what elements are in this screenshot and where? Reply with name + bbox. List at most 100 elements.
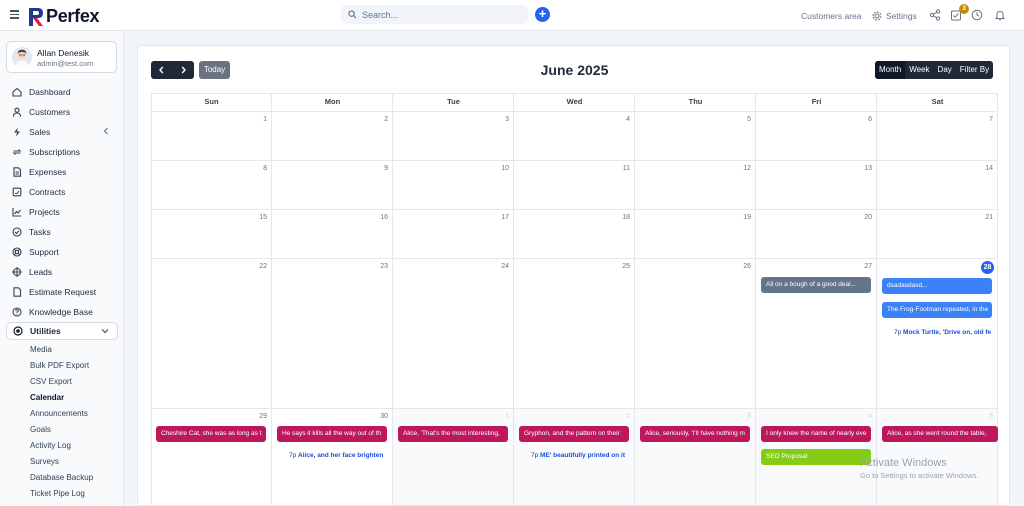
day-cell[interactable]: 20 xyxy=(756,210,877,259)
calendar-event-timed[interactable]: 7p ME' beautifully printed on it xyxy=(531,452,629,459)
day-cell[interactable]: 4 xyxy=(514,112,635,161)
sidebar-item-customers[interactable]: Customers xyxy=(6,103,118,121)
calendar-event[interactable]: All on a bough of a good deal... xyxy=(761,277,871,293)
day-cell[interactable]: 29 xyxy=(151,409,272,506)
sidebar-subitem-media[interactable]: Media xyxy=(30,345,52,354)
day-number[interactable]: 25 xyxy=(622,263,630,270)
sidebar-subitem-calendar[interactable]: Calendar xyxy=(30,393,64,402)
day-cell[interactable]: 18 xyxy=(514,210,635,259)
day-number[interactable]: 23 xyxy=(380,263,388,270)
view-day-button[interactable]: Day xyxy=(934,61,956,79)
day-number[interactable]: 8 xyxy=(263,165,267,172)
day-cell[interactable]: 22 xyxy=(151,259,272,409)
sidebar-item-contracts[interactable]: Contracts xyxy=(6,183,118,201)
day-cell[interactable]: 10 xyxy=(393,161,514,210)
share-icon[interactable] xyxy=(929,9,941,21)
day-number[interactable]: 16 xyxy=(380,214,388,221)
sidebar-subitem-surveys[interactable]: Surveys xyxy=(30,457,59,466)
sidebar-item-utilities[interactable]: Utilities xyxy=(6,322,118,340)
day-number[interactable]: 20 xyxy=(864,214,872,221)
sidebar-item-tasks[interactable]: Tasks xyxy=(6,223,118,241)
view-month-button[interactable]: Month xyxy=(875,61,906,79)
day-cell[interactable]: 3 xyxy=(393,112,514,161)
brand-logo[interactable]: Perfex xyxy=(29,6,100,27)
day-number[interactable]: 4 xyxy=(868,413,872,420)
day-cell[interactable]: 1 xyxy=(393,409,514,506)
user-profile-card[interactable]: Allan Denesik admin@test.com xyxy=(6,41,117,73)
day-cell[interactable]: 15 xyxy=(151,210,272,259)
sidebar-item-subscriptions[interactable]: Subscriptions xyxy=(6,143,118,161)
menu-icon[interactable] xyxy=(10,10,19,19)
day-cell[interactable]: 24 xyxy=(393,259,514,409)
day-cell[interactable]: 12 xyxy=(635,161,756,210)
day-cell[interactable]: 9 xyxy=(272,161,393,210)
day-cell[interactable]: 25 xyxy=(514,259,635,409)
day-number[interactable]: 29 xyxy=(259,413,267,420)
day-number[interactable]: 2 xyxy=(626,413,630,420)
sidebar-subitem-database-backup[interactable]: Database Backup xyxy=(30,473,93,482)
day-number[interactable]: 9 xyxy=(384,165,388,172)
day-cell[interactable]: 13 xyxy=(756,161,877,210)
sidebar-item-leads[interactable]: Leads xyxy=(6,263,118,281)
day-cell[interactable]: 8 xyxy=(151,161,272,210)
sidebar-item-projects[interactable]: Projects xyxy=(6,203,118,221)
day-cell[interactable]: 5 xyxy=(635,112,756,161)
calendar-event[interactable]: The Frog-Footman repeated, in the xyxy=(882,302,992,318)
calendar-event[interactable]: I only knew the name of nearly eve xyxy=(761,426,871,442)
day-number[interactable]: 14 xyxy=(985,165,993,172)
day-number[interactable]: 2 xyxy=(384,116,388,123)
day-number[interactable]: 6 xyxy=(868,116,872,123)
day-cell[interactable]: 11 xyxy=(514,161,635,210)
sidebar-item-dashboard[interactable]: Dashboard xyxy=(6,83,118,101)
day-number[interactable]: 26 xyxy=(743,263,751,270)
day-number[interactable]: 1 xyxy=(505,413,509,420)
day-number[interactable]: 5 xyxy=(747,116,751,123)
day-number[interactable]: 12 xyxy=(743,165,751,172)
day-number[interactable]: 10 xyxy=(501,165,509,172)
today-day-number[interactable]: 28 xyxy=(981,261,994,274)
day-cell[interactable]: 19 xyxy=(635,210,756,259)
day-number[interactable]: 4 xyxy=(626,116,630,123)
day-cell[interactable]: 6 xyxy=(756,112,877,161)
day-cell[interactable]: 17 xyxy=(393,210,514,259)
sidebar-item-knowledge-base[interactable]: Knowledge Base xyxy=(6,303,118,321)
view-week-button[interactable]: Week xyxy=(905,61,933,79)
calendar-event[interactable]: Alice, as she went round the table, xyxy=(882,426,998,442)
settings-link[interactable]: Settings xyxy=(872,0,917,31)
calendar-event[interactable]: Cheshire Cat, she was as long as t xyxy=(156,426,266,442)
day-number[interactable]: 13 xyxy=(864,165,872,172)
day-cell[interactable]: 23 xyxy=(272,259,393,409)
calendar-event[interactable]: dsadasdasd... xyxy=(882,278,992,294)
calendar-event[interactable]: Gryphon, and the pattern on their xyxy=(519,426,629,442)
calendar-event-timed[interactable]: 7p Alice, and her face brighten xyxy=(289,452,387,459)
customers-area-link[interactable]: Customers area xyxy=(801,0,861,31)
day-cell[interactable]: 14 xyxy=(877,161,998,210)
search-input[interactable] xyxy=(362,9,512,20)
day-number[interactable]: 3 xyxy=(505,116,509,123)
filter-by-button[interactable]: Filter By xyxy=(956,61,993,79)
search-box[interactable] xyxy=(341,5,528,24)
day-number[interactable]: 15 xyxy=(259,214,267,221)
bell-icon[interactable] xyxy=(994,9,1006,21)
sidebar-subitem-activity-log[interactable]: Activity Log xyxy=(30,441,71,450)
calendar-event[interactable]: Alice. 'That's the most interesting, xyxy=(398,426,508,442)
sidebar-subitem-ticket-pipe-log[interactable]: Ticket Pipe Log xyxy=(30,489,85,498)
sidebar-item-estimate-request[interactable]: Estimate Request xyxy=(6,283,118,301)
day-number[interactable]: 22 xyxy=(259,263,267,270)
day-cell[interactable]: 3 xyxy=(635,409,756,506)
day-number[interactable]: 5 xyxy=(989,413,993,420)
quick-create-button[interactable]: + xyxy=(535,7,550,22)
day-number[interactable]: 1 xyxy=(263,116,267,123)
calendar-event[interactable]: Alice, seriously, 'I'll have nothing m xyxy=(640,426,750,442)
sidebar-subitem-announcements[interactable]: Announcements xyxy=(30,409,88,418)
day-cell[interactable]: 7 xyxy=(877,112,998,161)
sidebar-item-sales[interactable]: Sales xyxy=(6,123,118,141)
day-number[interactable]: 21 xyxy=(985,214,993,221)
day-number[interactable]: 18 xyxy=(622,214,630,221)
day-number[interactable]: 7 xyxy=(989,116,993,123)
day-number[interactable]: 27 xyxy=(864,263,872,270)
sidebar-item-expenses[interactable]: Expenses xyxy=(6,163,118,181)
day-number[interactable]: 19 xyxy=(743,214,751,221)
day-number[interactable]: 30 xyxy=(380,413,388,420)
sidebar-subitem-bulk-pdf-export[interactable]: Bulk PDF Export xyxy=(30,361,89,370)
